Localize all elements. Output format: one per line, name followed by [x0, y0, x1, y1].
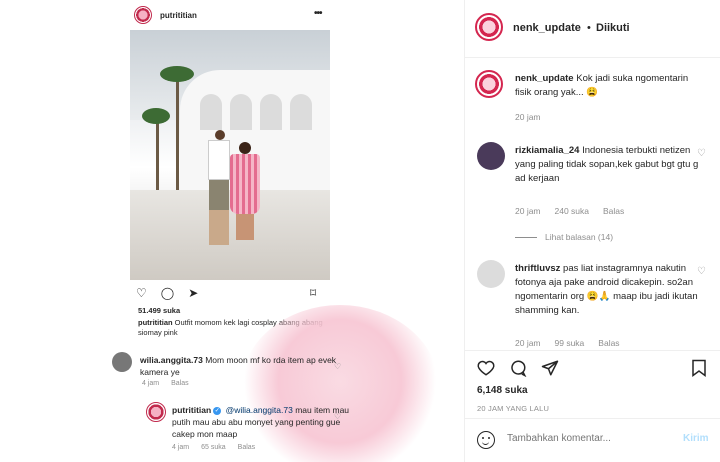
comment-icon[interactable] — [509, 359, 527, 377]
add-comment-bar: Kirim — [465, 418, 720, 462]
comment-icon: ◯ — [160, 286, 175, 300]
post-header: nenk_update • Diikuti — [465, 0, 720, 58]
more-options-icon: ••• — [314, 8, 322, 19]
instagram-post-modal: putrititian ••• ♡ ◯ ➤ ⌑ 51.499 suka putr… — [0, 0, 720, 462]
post-media: putrititian ••• ♡ ◯ ➤ ⌑ 51.499 suka putr… — [0, 0, 465, 462]
share-icon: ➤ — [188, 286, 199, 300]
view-replies[interactable]: Lihat balasan (14) — [515, 232, 613, 242]
avatar — [134, 6, 152, 24]
avatar[interactable] — [475, 13, 503, 41]
comment-input[interactable] — [507, 433, 667, 444]
screenshot-likes: 51.499 suka — [138, 306, 181, 315]
person-man — [208, 130, 232, 250]
verified-badge-icon: ✓ — [213, 406, 222, 415]
separator-dot: • — [587, 22, 591, 34]
screenshot-header: putrititian — [134, 6, 197, 24]
share-icon[interactable] — [541, 359, 559, 377]
send-button[interactable]: Kirim — [683, 433, 709, 444]
like-count[interactable]: 6,148 suka — [477, 385, 528, 396]
person-woman — [230, 142, 260, 252]
like-comment-heart-icon[interactable]: ♡ — [697, 148, 706, 159]
follow-status[interactable]: Diikuti — [596, 22, 630, 34]
comment-list: nenk_update Kok jadi suka ngomentarin fi… — [465, 58, 720, 350]
heart-icon: ♡ — [334, 412, 342, 421]
like-comment-heart-icon[interactable]: ♡ — [697, 266, 706, 277]
avatar — [146, 402, 166, 422]
bookmark-icon[interactable] — [691, 359, 707, 377]
post-author[interactable]: nenk_update — [513, 22, 581, 34]
screenshot-actions: ♡ ◯ ➤ — [136, 286, 198, 300]
avatar — [112, 352, 132, 372]
bookmark-icon: ⌑ — [310, 286, 317, 300]
emoji-icon[interactable] — [477, 431, 495, 449]
screenshot-username: putrititian — [160, 10, 197, 20]
avatar[interactable] — [477, 260, 505, 288]
embedded-screenshot: putrititian ••• ♡ ◯ ➤ ⌑ 51.499 suka putr… — [100, 0, 440, 462]
heart-icon: ♡ — [334, 362, 342, 371]
comments-panel: nenk_update • Diikuti nenk_update Kok ja… — [465, 0, 720, 462]
screenshot-photo — [130, 30, 330, 280]
avatar[interactable] — [477, 142, 505, 170]
heart-icon: ♡ — [136, 286, 147, 300]
post-timestamp: 20 JAM YANG LALU — [477, 404, 550, 413]
like-heart-icon[interactable] — [477, 359, 495, 377]
avatar[interactable] — [475, 70, 503, 98]
